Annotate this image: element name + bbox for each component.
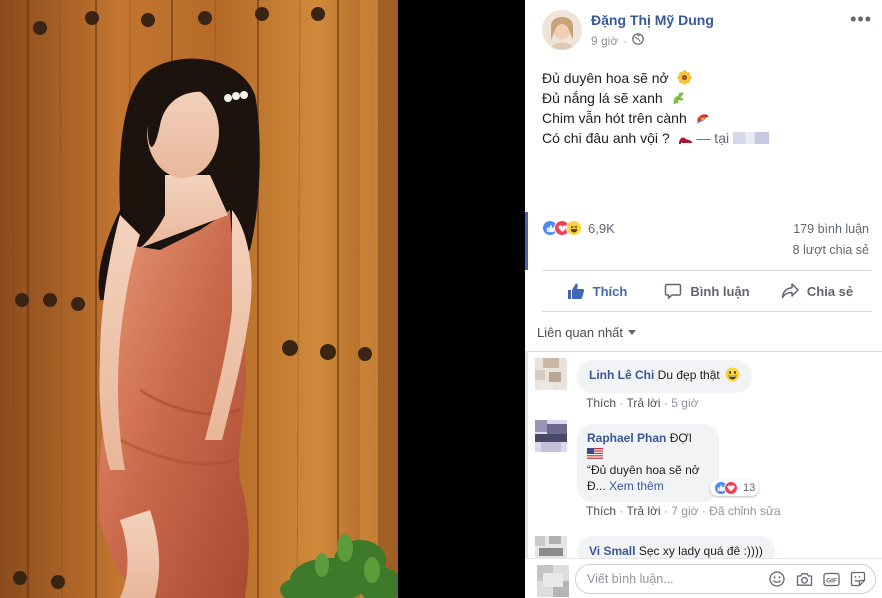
comment-reaction-count: 13 [743,482,756,494]
comment-quote: “Đủ duyên hoa sẽ nở [587,463,700,477]
post-line: Đủ duyên hoa sẽ nở [542,68,862,88]
comment-bubble: Linh Lê Chi Du đẹp thật [577,360,753,393]
comment-bubble: Vi Small Sẹc xy lady quá đê :)))) [577,536,775,558]
post-line: Có chi đâu anh vội ? — tại [542,128,862,148]
post-line-text: Có chi đâu anh vội ? [542,130,670,146]
sticker-icon[interactable] [849,570,867,588]
comment-composer: Viết bình luận... GIF [525,558,882,598]
post-line: Đủ nắng lá sẽ xanh [542,88,862,108]
post-line: Chim vẫn hót trên cành [542,108,862,128]
comment-bubble: Raphael Phan ĐỢI “Đủ duyên hoa sẽ nở Đ..… [577,424,719,502]
post-line-text: Chim vẫn hót trên cành [542,110,687,126]
photo-illustration [0,0,398,598]
commenter-name[interactable]: Linh Lê Chi [589,368,654,382]
location-prefix: — tại [696,130,730,146]
commenter-name[interactable]: Vi Small [589,544,635,558]
sunflower-icon [676,70,692,85]
sort-label: Liên quan nhất [537,325,624,340]
comment-edited[interactable]: Đã chỉnh sửa [709,504,780,518]
post-line-text: Đủ duyên hoa sẽ nở [542,70,669,86]
commenter-avatar[interactable] [535,536,567,558]
post-header: Đặng Thị Mỹ Dung 9 giờ · ••• [542,10,872,52]
comment-actions: Thích · Trả lời · 7 giờ · Đã chỉnh sửa [586,504,781,518]
comment-like-link[interactable]: Thích [586,504,616,518]
parrot-icon [695,110,710,125]
comment-like-link[interactable]: Thích [586,396,616,410]
comment-input[interactable]: Viết bình luận... GIF [575,564,876,594]
focus-accent-bar [525,212,528,270]
like-label: Thích [592,283,628,299]
love-icon [724,481,738,495]
comment-item: Vi Small Sẹc xy lady quá đê :)))) [535,532,875,558]
comment-reply-link[interactable]: Trả lời [626,396,660,410]
current-user-avatar [537,565,569,597]
gif-icon[interactable]: GIF [822,570,840,588]
comment-icon [665,283,682,300]
separator-dot: · [623,33,628,48]
post-actions: Thích Bình luận Chia sẻ [542,270,872,312]
more-options-icon[interactable]: ••• [850,10,872,28]
comments-count[interactable]: 179 bình luận [793,222,869,236]
thumbs-up-icon [567,283,584,299]
comment-text: Sẹc xy lady quá đê :)))) [638,544,763,558]
herb-icon [671,90,686,105]
commenter-avatar[interactable] [535,358,567,390]
post-message: Đủ duyên hoa sẽ nở Đủ nắng lá sẽ xanh Ch… [542,68,862,148]
composer-tools: GIF [768,570,867,588]
haha-icon [566,220,582,236]
commenter-avatar[interactable] [535,420,567,452]
comment-text: ĐỢI [669,431,692,445]
comment-reply-link[interactable]: Trả lời [626,504,660,518]
comment-item: Raphael Phan ĐỢI “Đủ duyên hoa sẽ nở Đ..… [535,420,875,522]
camera-icon[interactable] [795,570,813,588]
reactions-summary[interactable]: 6,9K [542,220,615,236]
svg-text:GIF: GIF [826,577,837,584]
comment-item: Linh Lê Chi Du đẹp thật Thích · Trả lời … [535,356,875,412]
comment-actions: Thích · Trả lời · 5 giờ [586,396,698,410]
comment-sort-dropdown[interactable]: Liên quan nhất [537,325,637,340]
post-stats: 6,9K 179 bình luận 8 lượt chia sẻ [525,212,882,270]
comment-placeholder: Viết bình luận... [587,572,674,586]
author-name[interactable]: Đặng Thị Mỹ Dung [591,12,714,28]
reactions-count[interactable]: 6,9K [588,221,615,236]
share-button[interactable]: Chia sẻ [762,271,872,311]
like-button[interactable]: Thích [542,271,652,311]
comment-reactions[interactable]: 13 [710,480,760,496]
comment-button[interactable]: Bình luận [652,271,762,311]
comment-time[interactable]: 7 giờ [671,504,698,518]
post-photo[interactable] [0,0,398,598]
post-meta: 9 giờ · [591,33,645,48]
comment-text: Du đẹp thật [657,368,720,382]
caret-down-icon [628,330,637,335]
grinning-face-icon [725,367,740,386]
author-avatar[interactable] [542,10,582,50]
globe-icon[interactable] [632,33,645,48]
photo-viewer: Đặng Thị Mỹ Dung 9 giờ · ••• Đủ duyên ho… [0,0,882,598]
share-label: Chia sẻ [806,283,854,299]
commenter-name[interactable]: Raphael Phan [587,431,666,445]
comment-time[interactable]: 5 giờ [671,396,698,410]
emoji-icon[interactable] [768,570,786,588]
blurred-location[interactable] [733,132,769,144]
comments-divider [525,351,882,352]
high-heel-icon [678,130,693,145]
comment-label: Bình luận [690,283,750,299]
comment-quote-truncated: Đ... [587,479,606,493]
post-panel: Đặng Thị Mỹ Dung 9 giờ · ••• Đủ duyên ho… [525,0,882,598]
see-more-link[interactable]: Xem thêm [609,479,664,493]
post-line-text: Đủ nắng lá sẽ xanh [542,90,663,106]
photo-letterbox [398,0,525,598]
post-time[interactable]: 9 giờ [591,34,618,48]
shares-count[interactable]: 8 lượt chia sẻ [793,243,869,257]
us-flag-icon [587,446,709,462]
share-icon [781,283,799,299]
